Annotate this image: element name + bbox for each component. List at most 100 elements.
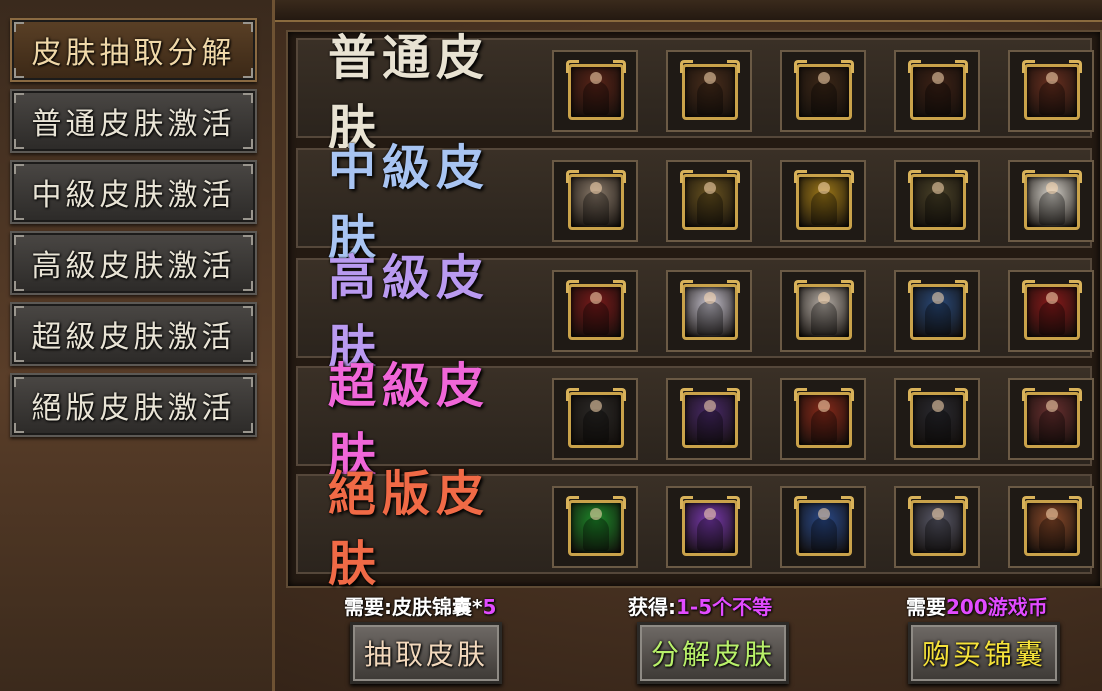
corner-ornament <box>243 352 253 362</box>
corner-ornament <box>14 377 24 387</box>
sidebar-item-label: 皮肤抽取分解 <box>31 36 236 71</box>
figure-head <box>590 292 602 304</box>
tier-row-intermediate: 中級皮肤 <box>296 140 1094 266</box>
skin-slot[interactable] <box>666 270 752 352</box>
skin-slot[interactable] <box>1008 486 1094 568</box>
figure-shape <box>697 292 723 335</box>
tier-label: 中級皮肤 <box>328 140 491 266</box>
sidebar-item-limited-activate[interactable]: 絕版皮肤激活 <box>10 373 257 437</box>
figure-head <box>932 182 944 194</box>
skin-slot[interactable] <box>780 270 866 352</box>
skin-slot[interactable] <box>780 50 866 132</box>
skin-portrait-icon <box>680 280 740 340</box>
sidebar-item-label: 高級皮肤激活 <box>31 249 236 284</box>
requirement-value: 5 <box>482 595 497 619</box>
figure-shape <box>697 72 723 115</box>
figure-head <box>932 72 944 84</box>
corner-ornament <box>14 22 24 32</box>
figure-head <box>704 182 716 194</box>
skin-slot[interactable] <box>666 486 752 568</box>
figure-head <box>704 400 716 412</box>
skin-slot[interactable] <box>1008 50 1094 132</box>
skin-slot[interactable] <box>552 378 638 460</box>
skin-portrait-icon <box>1022 170 1082 230</box>
skin-portrait-icon <box>680 388 740 448</box>
skin-slot[interactable] <box>552 50 638 132</box>
requirement-prefix: 需要:皮肤锦囊* <box>344 595 483 619</box>
skin-slot[interactable] <box>1008 270 1094 352</box>
sidebar-item-label: 中級皮肤激活 <box>31 178 236 213</box>
skin-portrait-icon <box>1022 388 1082 448</box>
figure-head <box>704 72 716 84</box>
buy-pouch-button[interactable]: 购买锦囊 <box>908 622 1060 684</box>
skin-portrait-icon <box>566 388 626 448</box>
skin-slot[interactable] <box>552 270 638 352</box>
skin-slot[interactable] <box>894 160 980 242</box>
figure-shape <box>1039 508 1065 551</box>
corner-ornament <box>243 164 253 174</box>
sidebar-item-intermediate-activate[interactable]: 中級皮肤激活 <box>10 160 257 224</box>
sidebar-item-label: 超級皮肤激活 <box>31 320 236 355</box>
skin-portrait-icon <box>680 60 740 120</box>
sidebar-item-super-activate[interactable]: 超級皮肤激活 <box>10 302 257 366</box>
decompose-skin-button[interactable]: 分解皮肤 <box>637 622 789 684</box>
skin-portrait-icon <box>1022 280 1082 340</box>
corner-ornament <box>243 139 253 149</box>
sidebar-item-draw-decompose[interactable]: 皮肤抽取分解 <box>10 18 257 82</box>
figure-shape <box>811 72 837 115</box>
figure-head <box>590 72 602 84</box>
skin-slot[interactable] <box>552 160 638 242</box>
button-label: 分解皮肤 <box>650 638 775 671</box>
requirement-prefix: 获得: <box>628 595 676 619</box>
figure-head <box>932 292 944 304</box>
figure-head <box>818 72 830 84</box>
sidebar-item-label: 普通皮肤激活 <box>31 107 236 142</box>
corner-ornament <box>14 423 24 433</box>
figure-head <box>1046 72 1058 84</box>
sidebar: 皮肤抽取分解 普通皮肤激活 中級皮肤激活 高級皮肤激活 超級皮肤激活 絕版皮肤激… <box>0 0 275 691</box>
skin-slot[interactable] <box>780 486 866 568</box>
skin-slot[interactable] <box>666 160 752 242</box>
figure-shape <box>583 400 609 443</box>
tier-row-super: 超級皮肤 <box>296 358 1094 484</box>
skin-slot[interactable] <box>552 486 638 568</box>
purchase-cost-text: 需要200游戏币 <box>906 591 1048 620</box>
skin-portrait-icon <box>908 60 968 120</box>
skin-portrait-icon <box>794 496 854 556</box>
skin-slot[interactable] <box>780 378 866 460</box>
skin-portrait-icon <box>908 388 968 448</box>
figure-head <box>590 400 602 412</box>
skin-slot[interactable] <box>894 50 980 132</box>
figure-shape <box>1039 182 1065 225</box>
skin-portrait-icon <box>794 60 854 120</box>
corner-ornament <box>243 377 253 387</box>
corner-ornament <box>243 210 253 220</box>
skin-slot[interactable] <box>666 378 752 460</box>
skin-slot[interactable] <box>1008 160 1094 242</box>
skin-slot[interactable] <box>780 160 866 242</box>
figure-head <box>1046 400 1058 412</box>
figure-shape <box>583 292 609 335</box>
skin-portrait-icon <box>908 280 968 340</box>
skin-slot[interactable] <box>894 378 980 460</box>
skin-slot[interactable] <box>666 50 752 132</box>
skin-slot[interactable] <box>1008 378 1094 460</box>
tier-row-limited: 絕版皮肤 <box>296 466 1094 592</box>
skin-slot[interactable] <box>894 270 980 352</box>
sidebar-item-advanced-activate[interactable]: 高級皮肤激活 <box>10 231 257 295</box>
figure-head <box>818 400 830 412</box>
corner-ornament <box>243 68 253 78</box>
requirement-value: 1-5个不等 <box>676 595 773 619</box>
skin-portrait-icon <box>566 60 626 120</box>
skin-slot[interactable] <box>894 486 980 568</box>
sidebar-item-common-activate[interactable]: 普通皮肤激活 <box>10 89 257 153</box>
skin-portrait-icon <box>1022 496 1082 556</box>
requirement-prefix: 需要 <box>906 595 946 619</box>
draw-skin-button[interactable]: 抽取皮肤 <box>350 622 502 684</box>
figure-shape <box>697 508 723 551</box>
skin-portrait-icon <box>794 388 854 448</box>
corner-ornament <box>243 306 253 316</box>
corner-ornament <box>14 93 24 103</box>
skin-portrait-icon <box>908 170 968 230</box>
corner-ornament <box>14 352 24 362</box>
